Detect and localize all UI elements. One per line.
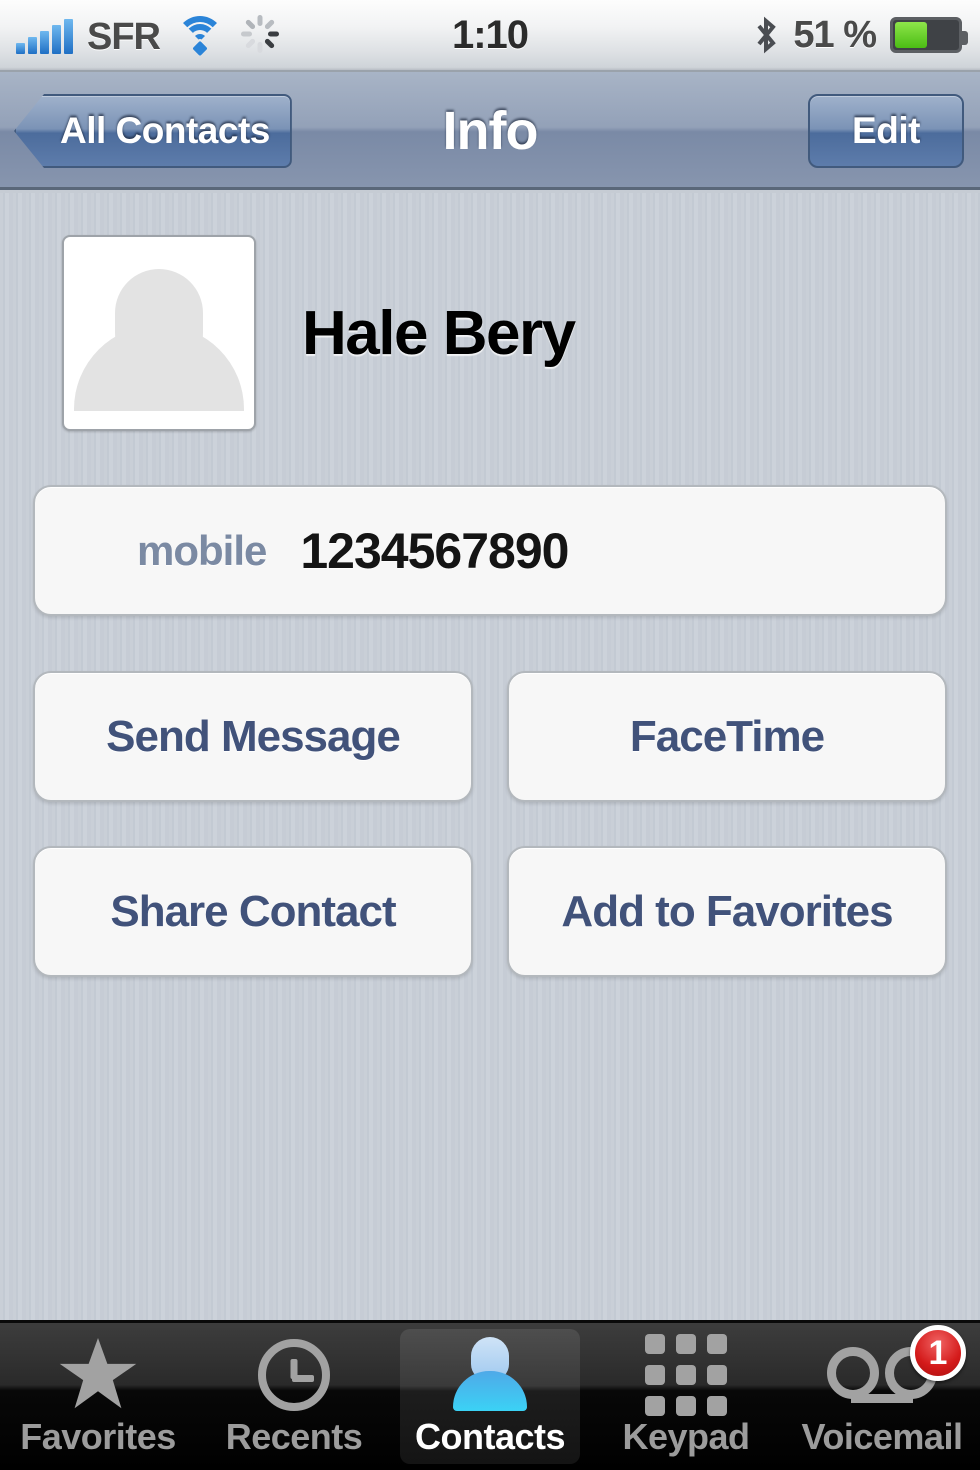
star-icon <box>59 1334 137 1416</box>
person-icon <box>452 1334 528 1416</box>
tab-bar: Favorites Recents Contacts Keypad 1 Voic… <box>0 1320 980 1470</box>
send-message-button[interactable]: Send Message <box>33 671 473 802</box>
person-placeholder-icon[interactable] <box>62 235 256 431</box>
tab-recents[interactable]: Recents <box>196 1323 392 1470</box>
keypad-grid-icon <box>645 1334 727 1416</box>
phone-number: 1234567890 <box>300 522 569 579</box>
bluetooth-icon <box>753 15 779 55</box>
tab-contacts[interactable]: Contacts <box>392 1323 588 1470</box>
voicemail-badge: 1 <box>910 1325 966 1381</box>
add-to-favorites-button[interactable]: Add to Favorites <box>507 846 947 977</box>
edit-button[interactable]: Edit <box>808 94 964 168</box>
tab-label-voicemail: Voicemail <box>801 1416 963 1457</box>
tab-voicemail[interactable]: 1 Voicemail <box>784 1323 980 1470</box>
tab-label-contacts: Contacts <box>414 1416 566 1457</box>
status-bar-clock: 1:10 <box>451 12 529 57</box>
tab-label-recents: Recents <box>225 1416 363 1457</box>
contact-header: Hale Bery <box>62 235 576 431</box>
action-row-2: Share Contact Add to Favorites <box>33 846 947 977</box>
battery-icon <box>890 17 968 53</box>
contact-name: Hale Bery <box>302 298 576 368</box>
tab-keypad[interactable]: Keypad <box>588 1323 784 1470</box>
phone-row[interactable]: mobile 1234567890 <box>33 485 947 616</box>
share-contact-button[interactable]: Share Contact <box>33 846 473 977</box>
contact-detail-content: Hale Bery mobile 1234567890 Send Message… <box>0 193 980 1320</box>
phone-label: mobile <box>137 526 267 574</box>
tab-favorites[interactable]: Favorites <box>0 1323 196 1470</box>
action-row-1: Send Message FaceTime <box>33 671 947 802</box>
tab-label-favorites: Favorites <box>20 1416 176 1457</box>
action-buttons: Send Message FaceTime Share Contact Add … <box>33 671 947 1021</box>
facetime-button[interactable]: FaceTime <box>507 671 947 802</box>
clock-icon <box>258 1334 330 1416</box>
status-bar: SFR 1:10 51 % <box>0 0 980 72</box>
navigation-bar: All Contacts Info Edit <box>0 72 980 190</box>
tab-label-keypad: Keypad <box>622 1416 750 1457</box>
